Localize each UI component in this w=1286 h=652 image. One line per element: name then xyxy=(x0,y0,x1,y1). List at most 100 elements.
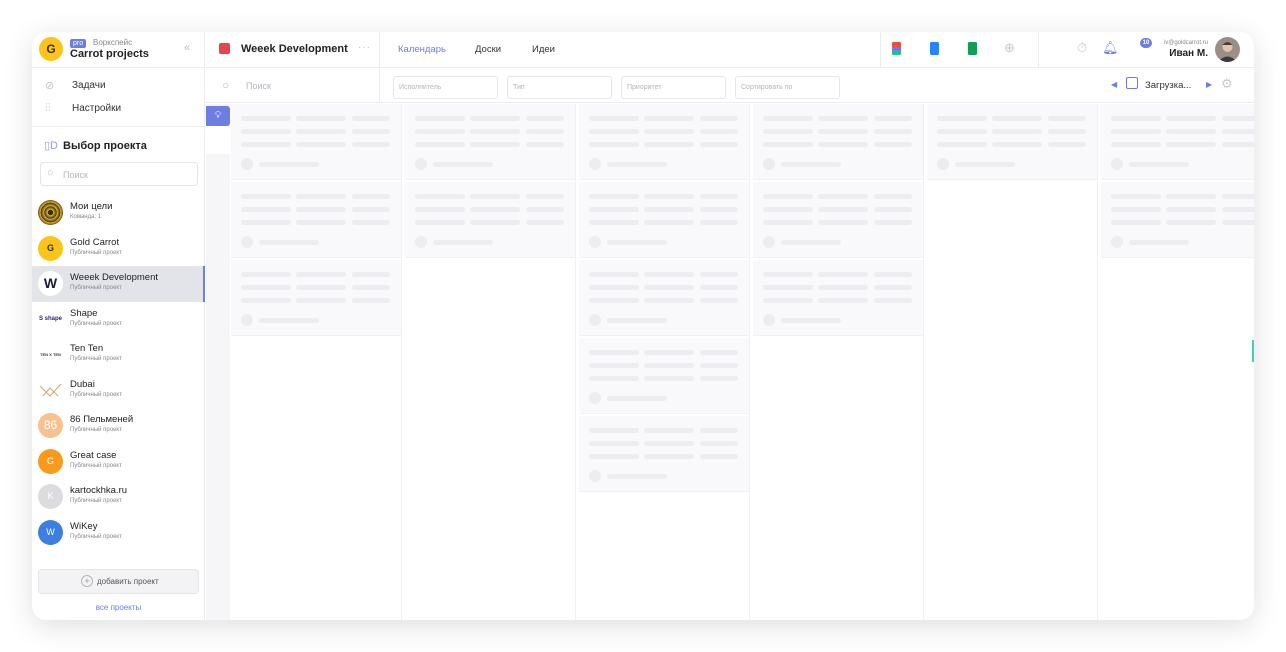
pro-badge: pro xyxy=(70,39,87,48)
skeleton-line xyxy=(526,116,564,121)
next-period-icon[interactable]: ▶ xyxy=(1206,80,1212,89)
skeleton-line xyxy=(241,285,291,290)
skeleton-card xyxy=(927,104,1097,180)
skeleton-line xyxy=(700,220,738,225)
project-subtitle: Команда: 1 xyxy=(70,214,102,220)
project-item-weeek-development[interactable]: W Weeek Development Публичный проект xyxy=(32,266,205,302)
workspace-header[interactable]: G pro Воркспейс Carrot projects « xyxy=(32,32,205,68)
add-project-label: добавить проект xyxy=(97,577,159,586)
all-projects-link[interactable]: все проекты xyxy=(32,603,205,612)
gear-icon[interactable]: ⚙ xyxy=(1221,76,1233,92)
skeleton-line xyxy=(415,129,465,134)
project-item-wikey[interactable]: W WiKey Публичный проект xyxy=(32,515,205,551)
project-item-my-goals[interactable]: Мои цели Команда: 1 xyxy=(32,195,205,231)
skeleton-line xyxy=(1111,194,1161,199)
skeleton-line xyxy=(589,129,639,134)
skeleton-line xyxy=(241,194,291,199)
skeleton-line xyxy=(700,441,738,446)
google-docs-icon[interactable] xyxy=(930,42,939,55)
divider xyxy=(32,126,205,127)
skeleton-card xyxy=(231,104,401,180)
project-item-gold-carrot[interactable]: G Gold Carrot Публичный проект xyxy=(32,231,205,267)
nav-item-settings[interactable]: ⫶⫶ Настройки xyxy=(32,98,205,120)
figma-icon[interactable] xyxy=(892,42,901,55)
sliders-icon: ⫶⫶ xyxy=(45,102,51,114)
skeleton-line xyxy=(352,298,390,303)
task-search-input[interactable] xyxy=(246,81,366,91)
project-name: kartockhka.ru xyxy=(70,485,128,496)
skeleton-line xyxy=(644,129,694,134)
skeleton-line xyxy=(352,194,390,199)
skeleton-line xyxy=(763,142,813,147)
skeleton-line xyxy=(781,318,841,323)
avatar: K xyxy=(38,484,63,509)
skeleton-avatar xyxy=(763,314,775,326)
sort-select[interactable]: Сортировать по xyxy=(735,76,840,99)
project-subtitle: Публичный проект xyxy=(70,285,122,291)
skeleton-line xyxy=(259,162,319,167)
skeleton-line xyxy=(992,129,1042,134)
tab-calendar[interactable]: Календарь xyxy=(398,44,446,55)
project-item-shape[interactable]: S shape Shape Публичный проект xyxy=(32,302,205,338)
project-item-ten-ten[interactable]: TEN X TEN Ten Ten Публичный проект xyxy=(32,337,205,373)
more-icon[interactable]: ··· xyxy=(358,42,371,53)
skeleton-line xyxy=(607,240,667,245)
project-item-great-case[interactable]: G Great case Публичный проект xyxy=(32,444,205,480)
filter-bar: ○ Исполнитель Тип Приоритет Сортировать … xyxy=(206,68,1254,103)
tab-boards[interactable]: Доски xyxy=(475,44,501,55)
project-name: Great case xyxy=(70,449,117,461)
skeleton-avatar xyxy=(1111,158,1123,170)
skeleton-line xyxy=(296,272,346,277)
skeleton-line xyxy=(352,129,390,134)
skeleton-avatar xyxy=(763,158,775,170)
skeleton-avatar xyxy=(241,314,253,326)
skeleton-line xyxy=(818,220,868,225)
nav-item-label: Задачи xyxy=(72,80,106,91)
project-search-input[interactable] xyxy=(63,167,193,182)
project-select-label: Выбор проекта xyxy=(63,140,147,152)
project-item-kartockhka[interactable]: K kartockhka.ru Публичный проект xyxy=(32,479,205,515)
project-item-86-pelmeney[interactable]: 86 86 Пельменей Публичный проект xyxy=(32,408,205,444)
collapse-sidebar-icon[interactable]: « xyxy=(184,42,190,54)
skeleton-line xyxy=(1222,194,1254,199)
priority-filter[interactable]: Приоритет xyxy=(621,76,726,99)
type-filter[interactable]: Тип xyxy=(507,76,612,99)
avatar: TEN X TEN xyxy=(38,342,63,367)
timer-icon[interactable]: ⏱ xyxy=(1077,40,1087,56)
skeleton-line xyxy=(296,116,346,121)
skeleton-card xyxy=(1101,104,1254,180)
skeleton-line xyxy=(700,428,738,433)
project-subtitle: Публичный проект xyxy=(70,391,122,398)
nav-item-tasks[interactable]: ⊘ Задачи xyxy=(32,75,205,97)
project-search[interactable]: ○ xyxy=(40,162,198,186)
calendar-icon[interactable] xyxy=(1126,77,1138,89)
skeleton-line xyxy=(644,428,694,433)
prev-period-icon[interactable]: ◀ xyxy=(1111,80,1117,89)
skeleton-line xyxy=(644,441,694,446)
scroll-marker[interactable] xyxy=(1252,340,1254,362)
tab-ideas[interactable]: Идеи xyxy=(532,44,555,55)
project-name: WiKey xyxy=(70,520,98,532)
add-project-button[interactable]: + добавить проект xyxy=(38,569,199,594)
add-integration-icon[interactable]: ⊕ xyxy=(1004,40,1015,56)
assignee-filter[interactable]: Исполнитель xyxy=(393,76,498,99)
skeleton-line xyxy=(415,142,465,147)
project-item-dubai[interactable]: Dubai Публичный проект xyxy=(32,373,205,409)
lightbulb-icon[interactable]: 💡︎ xyxy=(206,106,230,126)
bell-icon[interactable]: 🔔︎ xyxy=(1102,40,1119,56)
project-name: Мои цели xyxy=(70,201,113,212)
skeleton-line xyxy=(700,116,738,121)
skeleton-line xyxy=(937,116,987,121)
skeleton-line xyxy=(352,272,390,277)
skeleton-card xyxy=(753,260,923,336)
google-sheets-icon[interactable] xyxy=(968,42,977,55)
skeleton-line xyxy=(589,207,639,212)
skeleton-line xyxy=(352,285,390,290)
skeleton-card xyxy=(405,104,575,180)
user-avatar[interactable] xyxy=(1215,37,1240,62)
user-name[interactable]: Иван М. xyxy=(1126,48,1208,59)
project-title: Weeek Development xyxy=(241,43,348,55)
calendar-column xyxy=(1100,104,1254,620)
plus-icon: + xyxy=(81,575,93,587)
skeleton-line xyxy=(763,220,813,225)
